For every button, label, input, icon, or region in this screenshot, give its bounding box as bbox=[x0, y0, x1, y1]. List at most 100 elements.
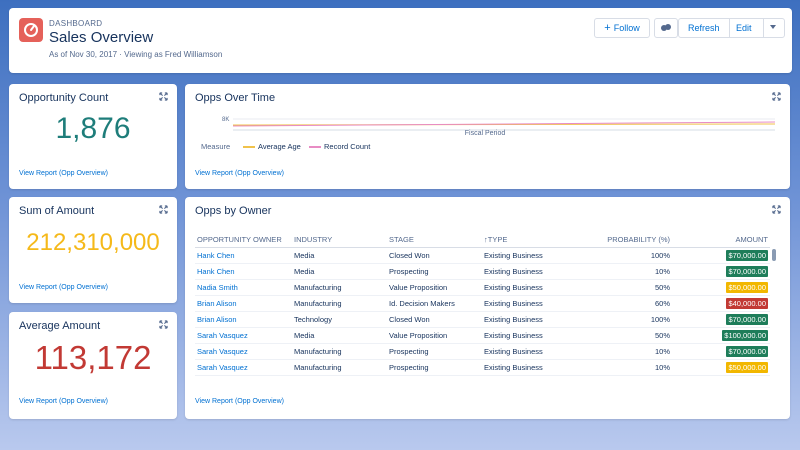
dashboard-logo-icon bbox=[19, 18, 43, 42]
header-subtitle: As of Nov 30, 2017 · Viewing as Fred Wil… bbox=[49, 50, 223, 59]
amount-badge: $70,000.00 bbox=[726, 249, 768, 261]
view-report-link[interactable]: View Report (Opp Overview) bbox=[195, 398, 284, 405]
amount-badge: $70,000.00 bbox=[726, 265, 768, 277]
widget-title: Opps by Owner bbox=[195, 205, 272, 217]
industry-cell: Media bbox=[292, 247, 387, 264]
y-axis-tick: 8K bbox=[222, 117, 229, 123]
opportunity-count-widget: Opportunity Count 1,876 View Report (Opp… bbox=[9, 84, 177, 189]
owner-cell[interactable]: Hank Chen bbox=[195, 263, 292, 280]
owner-cell[interactable]: Nadia Smith bbox=[195, 279, 292, 296]
amount-cell: $70,000.00 bbox=[672, 247, 770, 264]
opportunity-count-value: 1,876 bbox=[55, 112, 131, 145]
dashboard-header: DASHBOARD Sales Overview As of Nov 30, 2… bbox=[9, 8, 792, 73]
column-header[interactable]: AMOUNT bbox=[672, 232, 770, 248]
amount-cell: $70,000.00 bbox=[672, 343, 770, 360]
amount-cell: $50,000.00 bbox=[672, 279, 770, 296]
stage-cell: Prospecting bbox=[387, 263, 482, 280]
column-header[interactable]: ↑TYPE bbox=[482, 232, 582, 248]
industry-cell: Manufacturing bbox=[292, 295, 387, 312]
page-title: Sales Overview bbox=[49, 29, 154, 46]
action-button-group: Refresh Edit bbox=[678, 18, 785, 38]
probability-cell: 10% bbox=[582, 359, 672, 376]
subscribe-button[interactable] bbox=[654, 18, 678, 38]
view-report-link[interactable]: View Report (Opp Overview) bbox=[195, 170, 284, 177]
table-row: Brian Alison Manufacturing Id. Decision Ma… bbox=[195, 295, 770, 312]
table-scroll-area[interactable]: OPPORTUNITY OWNER INDUSTRY STAGE ↑TYPE P… bbox=[195, 232, 770, 382]
amount-badge: $50,000.00 bbox=[726, 281, 768, 293]
opps-by-owner-table: OPPORTUNITY OWNER INDUSTRY STAGE ↑TYPE P… bbox=[195, 232, 770, 376]
expand-icon[interactable] bbox=[159, 205, 168, 214]
amount-badge: $70,000.00 bbox=[726, 345, 768, 357]
stage-cell: Value Proposition bbox=[387, 279, 482, 296]
amount-badge: $50,000.00 bbox=[726, 361, 768, 373]
view-report-link[interactable]: View Report (Opp Overview) bbox=[19, 284, 108, 291]
amount-cell: $70,000.00 bbox=[672, 263, 770, 280]
widget-title: Average Amount bbox=[19, 320, 101, 332]
probability-cell: 10% bbox=[582, 263, 672, 280]
owner-cell[interactable]: Hank Chen bbox=[195, 247, 292, 264]
header-kicker: DASHBOARD bbox=[49, 19, 103, 28]
industry-cell: Media bbox=[292, 263, 387, 280]
widget-title: Opportunity Count bbox=[19, 92, 109, 104]
type-cell: Existing Business bbox=[482, 359, 582, 376]
probability-cell: 50% bbox=[582, 279, 672, 296]
owner-cell[interactable]: Sarah Vasquez bbox=[195, 359, 292, 376]
type-cell: Existing Business bbox=[482, 279, 582, 296]
legend-item-record-count[interactable]: Record Count bbox=[324, 142, 370, 151]
expand-icon[interactable] bbox=[772, 92, 781, 101]
table-header-row: OPPORTUNITY OWNER INDUSTRY STAGE ↑TYPE P… bbox=[195, 232, 770, 248]
owner-cell[interactable]: Brian Alison bbox=[195, 311, 292, 328]
average-amount-value: 113,172 bbox=[34, 339, 152, 376]
table-row: Brian Alison Technology Closed Won Existing… bbox=[195, 311, 770, 328]
view-report-link[interactable]: View Report (Opp Overview) bbox=[19, 398, 108, 405]
table-row: Nadia Smith Manufacturing Value Propositio… bbox=[195, 279, 770, 296]
type-cell: Existing Business bbox=[482, 311, 582, 328]
follow-label: Follow bbox=[613, 23, 640, 33]
divider bbox=[729, 19, 730, 37]
amount-badge: $100,000.00 bbox=[722, 329, 768, 341]
scrollbar-thumb[interactable] bbox=[772, 249, 776, 261]
legend-item-average-age[interactable]: Average Age bbox=[258, 142, 301, 151]
table-row: Hank Chen Media Prospecting Existing Busine… bbox=[195, 263, 770, 280]
opps-by-owner-widget: Opps by Owner OPPORTUNITY OWNER INDUSTRY… bbox=[185, 197, 790, 419]
widget-title: Opps Over Time bbox=[195, 92, 276, 104]
amount-cell: $70,000.00 bbox=[672, 311, 770, 328]
amount-cell: $40,000.00 bbox=[672, 295, 770, 312]
table-row: Hank Chen Media Closed Won Existing Busines… bbox=[195, 247, 770, 264]
stage-cell: Value Proposition bbox=[387, 327, 482, 344]
type-cell: Existing Business bbox=[482, 263, 582, 280]
column-header[interactable]: PROBABILITY (%) bbox=[582, 232, 672, 248]
industry-cell: Manufacturing bbox=[292, 359, 387, 376]
edit-button[interactable]: Edit bbox=[736, 19, 752, 37]
refresh-button[interactable]: Refresh bbox=[688, 19, 720, 37]
column-header[interactable]: OPPORTUNITY OWNER bbox=[195, 232, 292, 248]
opps-over-time-widget: Opps Over Time 8K Fiscal Period Measure … bbox=[185, 84, 790, 189]
column-header[interactable]: STAGE bbox=[387, 232, 482, 248]
owner-cell[interactable]: Sarah Vasquez bbox=[195, 343, 292, 360]
view-report-link[interactable]: View Report (Opp Overview) bbox=[19, 170, 108, 177]
type-cell: Existing Business bbox=[482, 343, 582, 360]
owner-cell[interactable]: Brian Alison bbox=[195, 295, 292, 312]
amount-badge: $40,000.00 bbox=[726, 297, 768, 309]
probability-cell: 100% bbox=[582, 311, 672, 328]
owner-cell[interactable]: Sarah Vasquez bbox=[195, 327, 292, 344]
probability-cell: 100% bbox=[582, 247, 672, 264]
amount-cell: $50,000.00 bbox=[672, 359, 770, 376]
legend-swatch-average-age bbox=[243, 146, 255, 148]
probability-cell: 10% bbox=[582, 343, 672, 360]
type-cell: Existing Business bbox=[482, 295, 582, 312]
amount-badge: $70,000.00 bbox=[726, 313, 768, 325]
column-header[interactable]: INDUSTRY bbox=[292, 232, 387, 248]
follow-button[interactable]: + Follow bbox=[594, 18, 650, 38]
expand-icon[interactable] bbox=[159, 92, 168, 101]
stage-cell: Prospecting bbox=[387, 343, 482, 360]
subscribe-icon bbox=[661, 24, 671, 31]
sum-of-amount-widget: Sum of Amount 212,310,000 View Report (O… bbox=[9, 197, 177, 303]
type-cell: Existing Business bbox=[482, 247, 582, 264]
opps-over-time-chart: 8K Fiscal Period bbox=[222, 117, 776, 137]
expand-icon[interactable] bbox=[159, 320, 168, 329]
divider bbox=[763, 19, 764, 37]
probability-cell: 60% bbox=[582, 295, 672, 312]
more-actions-button[interactable] bbox=[769, 19, 777, 37]
expand-icon[interactable] bbox=[772, 205, 781, 214]
